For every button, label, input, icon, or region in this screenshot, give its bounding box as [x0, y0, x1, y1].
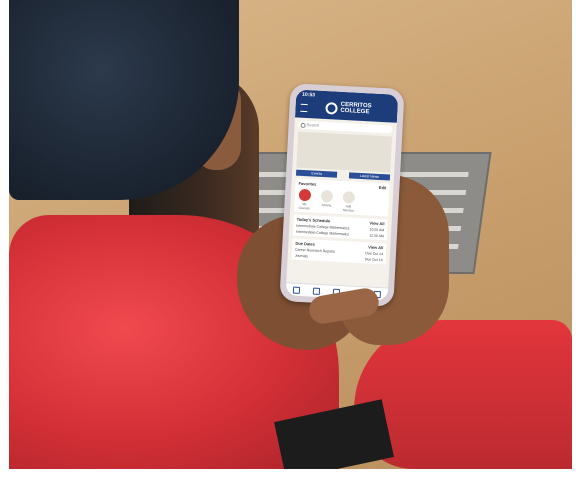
profile-icon[interactable]	[312, 287, 321, 295]
activity-icon	[320, 189, 334, 203]
home-icon[interactable]	[292, 286, 300, 294]
smartphone: 10:53 CERRITOS COLLEGE Search Events Lat…	[279, 83, 405, 307]
app-header: 10:53 CERRITOS COLLEGE	[294, 89, 399, 123]
status-time: 10:53	[302, 91, 316, 99]
latest-news-button[interactable]: Latest News	[348, 172, 391, 181]
search-placeholder: Search	[306, 122, 320, 128]
due-dates-view-all-link[interactable]: View All	[368, 244, 383, 250]
promo-banner[interactable]	[296, 131, 393, 173]
favorite-label: Add Shortcut	[342, 204, 354, 213]
due-dates-section: Due Dates View All Career Research Repor…	[291, 238, 387, 265]
schedule-view-all-link[interactable]: View All	[369, 220, 384, 226]
favorite-activity[interactable]: Activity	[319, 189, 334, 212]
schedule-section: Today's Schedule View All Intermediate C…	[292, 214, 388, 241]
favorites-edit-link[interactable]: Edit	[379, 185, 387, 190]
favorites-title: Favorites	[298, 180, 317, 187]
college-logo-icon	[325, 102, 338, 115]
schedule-title: Today's Schedule	[296, 216, 331, 224]
brand-line2: COLLEGE	[340, 107, 370, 116]
book-icon	[298, 188, 312, 202]
plus-icon	[342, 191, 356, 204]
brand-name: CERRITOS COLLEGE	[340, 102, 371, 116]
menu-icon[interactable]	[300, 103, 308, 113]
phone-screen: 10:53 CERRITOS COLLEGE Search Events Lat…	[285, 89, 399, 301]
photo: 10:53 CERRITOS COLLEGE Search Events Lat…	[9, 0, 572, 469]
favorite-my-courses[interactable]: My Courses	[297, 188, 312, 211]
favorite-label: Activity	[321, 202, 332, 208]
search-icon	[300, 122, 306, 128]
due-dates-title: Due Dates	[295, 240, 316, 247]
favorite-add-shortcut[interactable]: Add Shortcut	[341, 191, 356, 213]
favorite-label: My Courses	[298, 201, 310, 211]
favorites-section: Favorites Edit My Courses Activity Add S…	[294, 178, 390, 217]
events-button[interactable]: Events	[295, 169, 338, 178]
